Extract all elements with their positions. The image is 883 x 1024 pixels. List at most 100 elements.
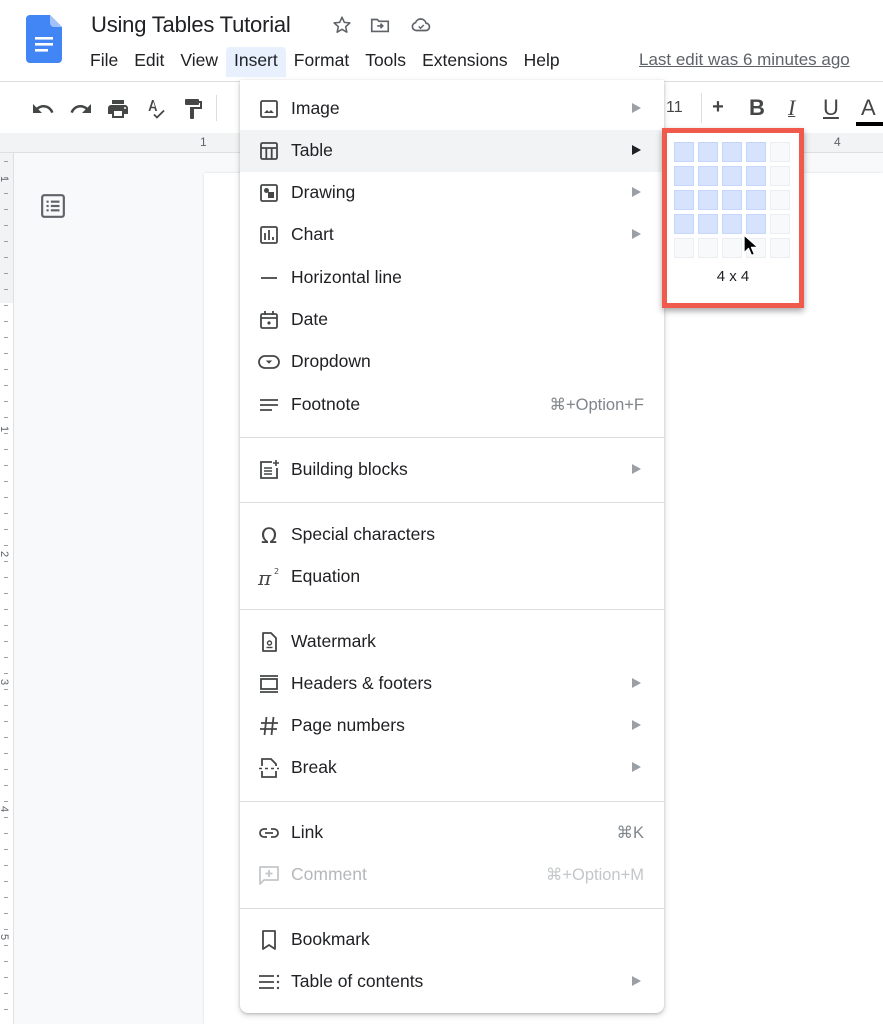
horizontal-line-icon xyxy=(261,277,277,279)
table-grid-cell[interactable] xyxy=(698,190,718,210)
menu-insert[interactable]: Insert xyxy=(225,47,286,77)
ruler-tick xyxy=(4,481,8,482)
table-grid-cell[interactable] xyxy=(674,190,694,210)
table-grid-cell[interactable] xyxy=(698,214,718,234)
last-edit-link[interactable]: Last edit was 6 minutes ago xyxy=(639,50,850,70)
table-grid-cell[interactable] xyxy=(770,214,790,234)
italic-button[interactable]: I xyxy=(788,95,795,121)
ruler-tick xyxy=(4,449,8,450)
menu-item-table-of-contents[interactable]: Table of contents xyxy=(240,961,664,1003)
ruler-label: 3 xyxy=(0,679,10,685)
table-grid-cell[interactable] xyxy=(722,238,742,258)
menu-item-headers-footers[interactable]: Headers & footers xyxy=(240,663,664,705)
menu-item-break[interactable]: Break xyxy=(240,747,664,789)
table-grid-cell[interactable] xyxy=(770,166,790,186)
menu-format[interactable]: Format xyxy=(286,47,357,77)
table-grid-cell[interactable] xyxy=(674,238,694,258)
submenu-arrow-icon xyxy=(632,464,641,474)
ruler-tick xyxy=(4,353,8,354)
docs-header: Using Tables Tutorial File Edit View Ins… xyxy=(0,0,883,82)
table-grid-cell[interactable] xyxy=(722,142,742,162)
menu-item-chart[interactable]: Chart xyxy=(240,214,664,256)
ruler-label: 4 xyxy=(0,806,10,812)
menu-item-date[interactable]: Date xyxy=(240,299,664,341)
ruler-tick xyxy=(4,721,8,722)
ruler-label: 1 xyxy=(0,426,10,432)
submenu-arrow-icon xyxy=(632,103,641,113)
menu-item-link[interactable]: Link ⌘K xyxy=(240,812,664,854)
menu-item-footnote[interactable]: Footnote ⌘+Option+F xyxy=(240,384,664,426)
redo-icon[interactable] xyxy=(69,97,93,121)
add-comment-icon xyxy=(259,866,279,885)
table-grid-cell[interactable] xyxy=(674,214,694,234)
undo-icon[interactable] xyxy=(31,97,55,121)
ruler-tick xyxy=(4,305,8,306)
ruler-tick xyxy=(4,897,8,898)
submenu-arrow-icon xyxy=(632,720,641,730)
table-grid-cell[interactable] xyxy=(698,238,718,258)
menu-item-image[interactable]: Image xyxy=(240,88,664,130)
font-size-input[interactable]: 11 xyxy=(662,93,702,123)
svg-text:π: π xyxy=(257,566,272,589)
table-grid-cell[interactable] xyxy=(746,142,766,162)
spellcheck-icon[interactable] xyxy=(143,97,167,121)
menu-tools[interactable]: Tools xyxy=(357,47,414,77)
document-outline-icon[interactable] xyxy=(40,193,66,219)
table-grid-cell[interactable] xyxy=(746,214,766,234)
menu-edit[interactable]: Edit xyxy=(126,47,172,77)
star-icon[interactable] xyxy=(331,14,353,36)
ruler-tick xyxy=(4,273,8,274)
ruler-tick xyxy=(4,849,8,850)
table-grid-cell[interactable] xyxy=(770,142,790,162)
ruler-tick xyxy=(4,913,8,914)
table-grid-cell[interactable] xyxy=(770,190,790,210)
ruler-tick xyxy=(4,433,8,434)
menu-item-horizontal-line[interactable]: Horizontal line xyxy=(240,257,664,299)
svg-text:Ω: Ω xyxy=(261,524,277,547)
menu-item-page-numbers[interactable]: Page numbers xyxy=(240,705,664,747)
ruler-tick xyxy=(4,817,8,818)
menu-extensions[interactable]: Extensions xyxy=(414,47,516,77)
menu-help[interactable]: Help xyxy=(516,47,568,77)
underline-button[interactable]: U xyxy=(823,95,839,121)
ruler-tick xyxy=(4,881,8,882)
menu-item-bookmark[interactable]: Bookmark xyxy=(240,919,664,961)
menu-item-table[interactable]: Table xyxy=(240,130,664,172)
table-grid-cell[interactable] xyxy=(746,166,766,186)
ruler-tick xyxy=(4,497,8,498)
menu-view[interactable]: View xyxy=(172,47,226,77)
move-folder-icon[interactable] xyxy=(369,14,391,36)
docs-logo-icon[interactable] xyxy=(26,15,62,63)
ruler-tick xyxy=(4,241,8,242)
menu-item-dropdown[interactable]: Dropdown xyxy=(240,341,664,383)
table-grid-cell[interactable] xyxy=(722,190,742,210)
table-grid-cell[interactable] xyxy=(722,166,742,186)
bold-button[interactable]: B xyxy=(749,95,765,121)
menu-item-comment[interactable]: Comment ⌘+Option+M xyxy=(240,854,664,896)
menu-file[interactable]: File xyxy=(82,47,126,77)
table-grid-cell[interactable] xyxy=(674,142,694,162)
vertical-ruler[interactable]: 1 1 2 3 4 5 xyxy=(0,153,14,1024)
menu-item-watermark[interactable]: Watermark xyxy=(240,621,664,663)
table-grid-cell[interactable] xyxy=(746,190,766,210)
ruler-tick xyxy=(4,689,8,690)
table-grid-cell[interactable] xyxy=(722,214,742,234)
ruler-tick xyxy=(4,369,8,370)
menu-item-equation[interactable]: π2 Equation xyxy=(240,556,664,598)
increase-font-size-button[interactable]: + xyxy=(704,93,732,123)
table-grid-cell[interactable] xyxy=(674,166,694,186)
table-grid-cell[interactable] xyxy=(770,238,790,258)
ruler-tick xyxy=(4,161,8,162)
menu-item-drawing[interactable]: Drawing xyxy=(240,172,664,214)
text-color-button[interactable]: A xyxy=(861,95,876,121)
ruler-label: 4 xyxy=(834,135,841,149)
menu-item-building-blocks[interactable]: Building blocks xyxy=(240,449,664,491)
print-icon[interactable] xyxy=(106,97,130,121)
menu-item-special-characters[interactable]: Ω Special characters xyxy=(240,514,664,556)
document-title[interactable]: Using Tables Tutorial xyxy=(91,12,291,38)
paint-format-icon[interactable] xyxy=(181,97,205,121)
table-grid-cell[interactable] xyxy=(698,142,718,162)
ruler-label: 2 xyxy=(0,551,10,557)
cloud-saved-icon[interactable] xyxy=(410,14,432,36)
table-grid-cell[interactable] xyxy=(698,166,718,186)
